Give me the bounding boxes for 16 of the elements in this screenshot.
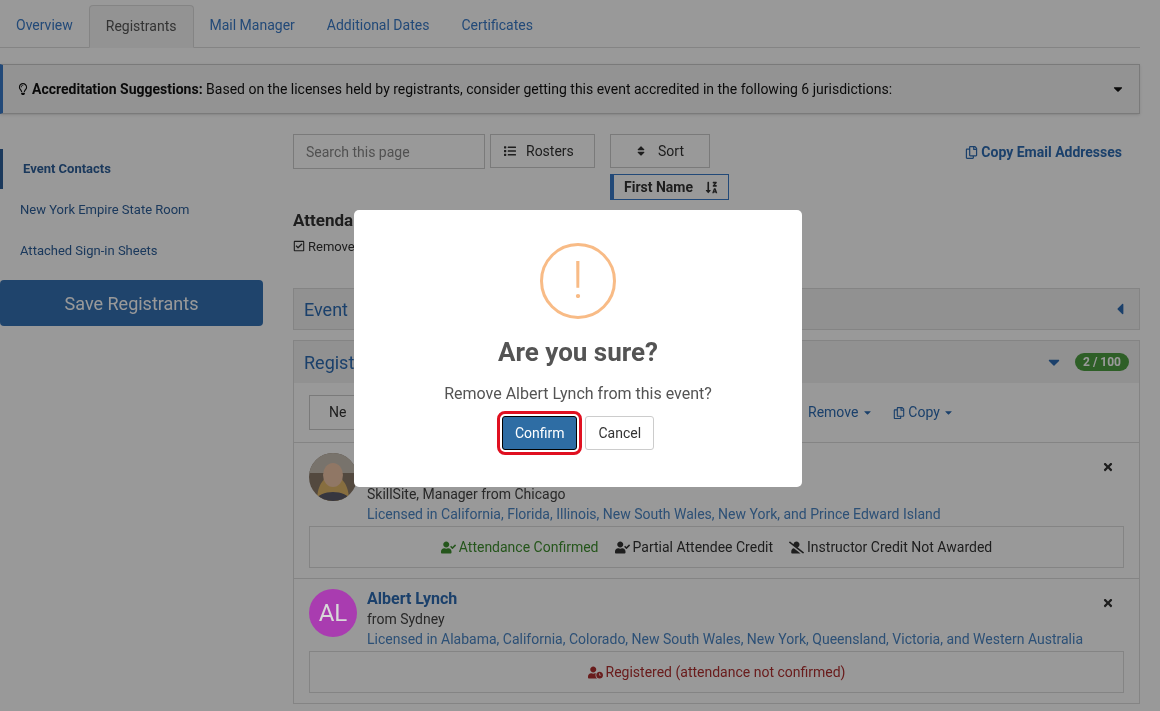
licenses-text: Licensed in Alabama, California, Colorado, New South Wales, New York, Queensland, Victoria, and Western Australia bbox=[367, 630, 1083, 649]
status-label: Attendance Confirmed bbox=[458, 537, 599, 557]
dialog-title: Are you sure? bbox=[498, 336, 658, 369]
banner-text: Accreditation Suggestions: Based on the licenses held by registrants, consider getting this event accredited in the following 6 jurisdictions: bbox=[32, 79, 894, 99]
status-label: Instructor Credit Not Awarded bbox=[807, 537, 993, 557]
registrant-subtitle: from Sydney bbox=[367, 610, 446, 629]
registrant-subtitle: SkillSite, Manager from Chicago bbox=[367, 485, 567, 504]
warning-icon: ! bbox=[540, 243, 616, 319]
status-label: Partial Attendee Credit bbox=[632, 537, 774, 557]
licenses-text: Licensed in California, Florida, Illinois, New South Wales, New York, and Prince Edward Island bbox=[367, 505, 941, 524]
status-label: Registered (attendance not confirmed) bbox=[605, 662, 846, 683]
checkbox-label: Remove bbox=[308, 237, 355, 256]
count-badge: 2 / 100 bbox=[1075, 353, 1129, 371]
dialog-message: Remove Albert Lynch from this event? bbox=[444, 383, 712, 405]
avatar: AL bbox=[309, 589, 357, 637]
section-heading: Attenda bbox=[293, 209, 354, 232]
